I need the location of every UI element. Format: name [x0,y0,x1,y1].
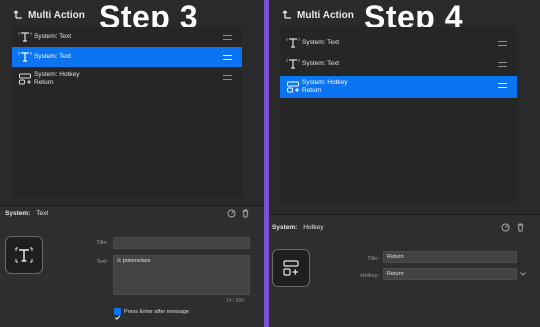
text-cursor-icon [286,59,300,69]
multi-action-header: Multi Action [13,0,85,30]
action-icon-preview[interactable] [5,236,43,274]
back-arrow-icon[interactable] [282,9,293,21]
action-item-label: System: Hotkey [34,71,80,78]
drag-handle-icon[interactable] [223,55,232,60]
action-item-label: System: Text [34,53,72,60]
title-input[interactable]: Return [383,251,517,263]
hotkey-select[interactable]: Return [383,268,517,280]
action-item-label: System: Hotkey [302,79,348,86]
drag-handle-icon[interactable] [498,41,507,46]
drag-handle-icon[interactable] [498,62,507,67]
divider [0,205,264,206]
action-icon-preview[interactable] [272,249,310,287]
properties-panel: System: Text Title: Text: /c potionclass … [0,205,264,327]
action-item-label: System: Text [302,39,340,46]
chevron-down-icon[interactable] [520,272,526,276]
text-cursor-icon [18,32,32,42]
properties-panel: System: Hotkey Title: Return Hotkey: Retu… [269,214,540,327]
text-input[interactable]: /c potionclass [113,255,250,295]
title-input[interactable] [113,237,250,249]
check-icon [114,315,121,320]
left-panel: Multi Action Step 3 System: Text System:… [0,0,264,327]
action-item-text-2[interactable]: System: Text [280,54,517,74]
text-cursor-icon [286,38,300,48]
text-label: Text: [96,259,108,265]
action-name: Text [36,210,49,217]
hotkey-label: Hotkey: [360,273,379,279]
header-title: Multi Action [297,9,354,21]
action-item-text-2[interactable]: System: Text [12,47,242,67]
action-item-sub: Return [34,79,54,86]
text-cursor-icon [18,52,32,62]
action-name: Hotkey [303,224,324,231]
right-panel: Multi Action Step 4 System: Text System:… [269,0,540,327]
action-item-text-1[interactable]: System: Text [280,33,517,53]
back-arrow-icon[interactable] [13,9,24,21]
action-item-hotkey[interactable]: System: Hotkey Return [280,76,517,98]
press-enter-checkbox[interactable] [114,308,121,320]
press-enter-label: Press Enter after message [124,309,190,315]
hotkey-icon [19,73,31,85]
action-item-label: System: Text [302,60,340,67]
drag-handle-icon[interactable] [223,75,232,80]
trash-icon[interactable] [241,209,250,218]
title-label: Title: [367,256,379,262]
plugin-name: System: [272,224,298,231]
multi-action-header: Multi Action [282,0,354,30]
title-label: Title: [96,240,108,246]
properties-title: System: Hotkey [272,224,324,231]
properties-title: System: Text [5,210,48,217]
action-item-label: System: Text [34,33,72,40]
action-item-text-1[interactable]: System: Text [12,27,242,47]
drag-handle-icon[interactable] [498,83,507,88]
trash-icon[interactable] [516,223,525,232]
header-title: Multi Action [28,9,85,21]
divider [269,214,540,215]
settings-dial-icon[interactable] [501,223,510,232]
hotkey-icon [283,260,299,276]
action-item-sub: Return [302,87,322,94]
action-item-hotkey[interactable]: System: Hotkey Return [12,68,242,90]
text-cursor-icon [15,247,33,263]
settings-dial-icon[interactable] [227,209,236,218]
drag-handle-icon[interactable] [223,35,232,40]
action-list: System: Text System: Text System: Hotkey… [12,27,242,198]
hotkey-icon [287,81,299,93]
plugin-name: System: [5,210,31,217]
action-list: System: Text System: Text System: Hotkey… [280,27,517,203]
character-counter: 14 / 500 [226,298,245,304]
